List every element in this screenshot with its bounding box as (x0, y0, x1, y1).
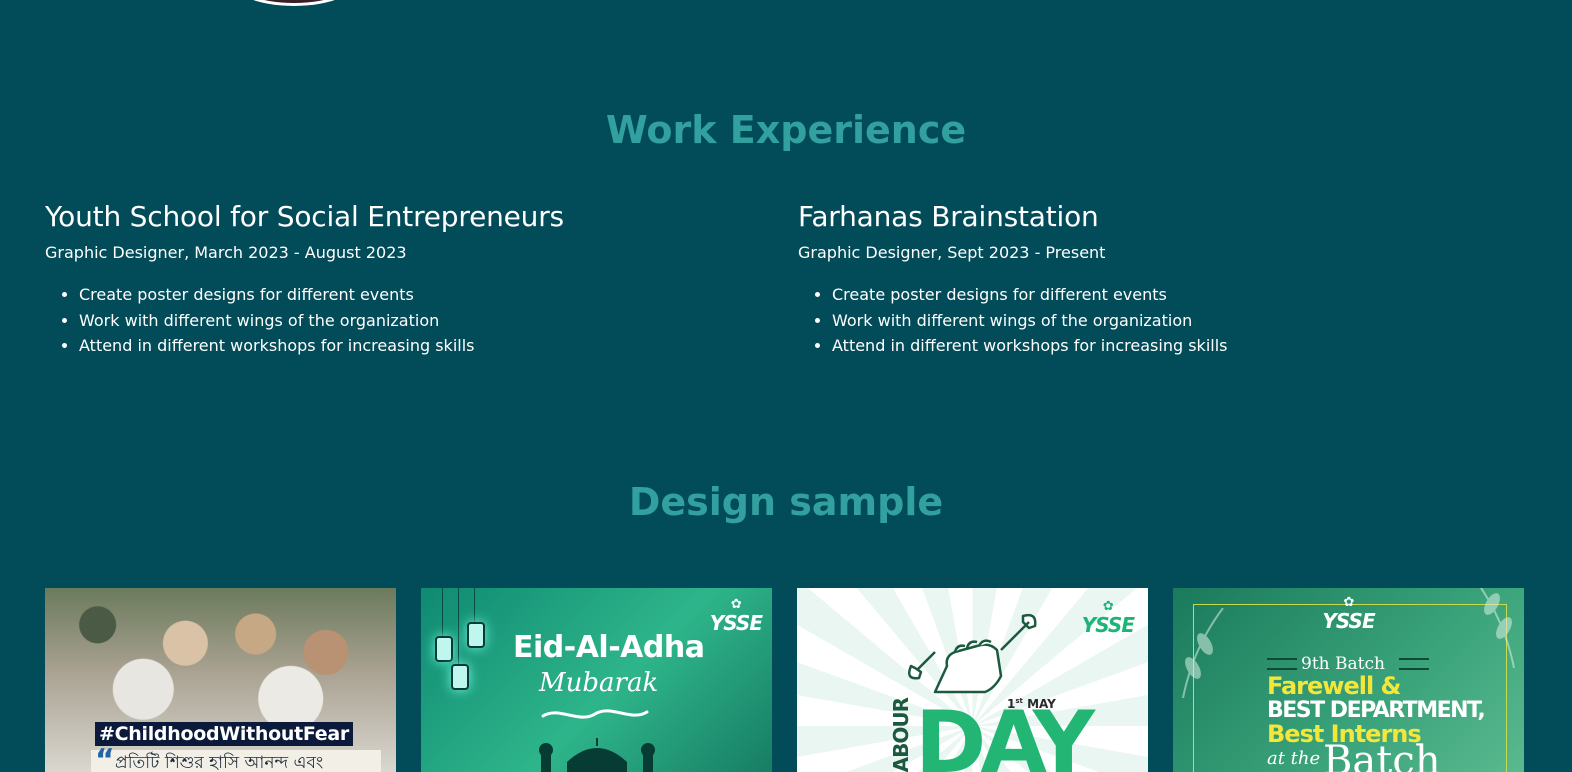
profile-avatar (226, 0, 362, 6)
poster-line: at the (1267, 748, 1321, 769)
job-duty: Create poster designs for different even… (79, 282, 745, 308)
lantern-icon (435, 636, 453, 662)
poster-vertical-text: LABOUR (889, 698, 913, 772)
job-duty: Create poster designs for different even… (832, 282, 1498, 308)
job-role: Graphic Designer, March 2023 - August 20… (45, 243, 407, 262)
job-duties-list: Create poster designs for different even… (798, 282, 1498, 359)
poster-title: Eid-Al-Adha (513, 630, 705, 665)
lantern-string (458, 588, 459, 664)
ysse-logo: ✿ YSSE (709, 597, 763, 635)
design-sample-card[interactable]: ✿ YSSE Eid-Al-Adha Mubarak (421, 588, 772, 772)
mosque-icon (539, 738, 655, 772)
poster-big-text: DAY (915, 693, 1095, 772)
ysse-logo: ✿ YSSE (1081, 599, 1135, 637)
job-entry: Youth School for Social Entrepreneurs Gr… (45, 200, 745, 359)
lantern-icon (451, 664, 469, 690)
poster-subtitle: Mubarak (539, 668, 659, 698)
poster-script-text: Batch (1323, 738, 1441, 772)
ysse-logo: ✿ YSSE (1322, 595, 1375, 633)
divider (1267, 658, 1297, 670)
job-duty: Work with different wings of the organiz… (832, 308, 1498, 334)
quote-icon: “ (95, 743, 115, 772)
poster-batch: 9th Batch (1301, 654, 1385, 674)
job-company: Youth School for Social Entrepreneurs (45, 200, 564, 233)
job-duty: Attend in different workshops for increa… (832, 333, 1498, 359)
divider (1399, 658, 1429, 670)
job-duty: Attend in different workshops for increa… (79, 333, 745, 359)
poster-quote-text: প্রতিটি শিশুর হাসি আনন্দ এবং (115, 753, 324, 772)
leaf-ornament-icon (1182, 608, 1224, 698)
design-sample-heading: Design sample (628, 480, 944, 524)
design-sample-card[interactable]: #ChildhoodWithoutFear প্রতিটি শিশুর হাসি… (45, 588, 396, 772)
poster-quote-strip: প্রতিটি শিশুর হাসি আনন্দ এবং (91, 750, 381, 772)
swirl-ornament-icon (541, 709, 649, 719)
lantern-icon (467, 622, 485, 648)
poster-line: Farewell & (1267, 672, 1401, 700)
design-sample-card[interactable]: ✿ YSSE 9th Batch Farewell & BEST DEPARTME… (1173, 588, 1524, 772)
lantern-string (442, 588, 443, 636)
lantern-string (474, 588, 475, 622)
job-duties-list: Create poster designs for different even… (45, 282, 745, 359)
job-duty: Work with different wings of the organiz… (79, 308, 745, 334)
design-sample-card[interactable]: ✿ YSSE 1st MAY LABOUR DAY (797, 588, 1148, 772)
leaf-ornament-icon (1479, 588, 1515, 668)
job-entry: Farhanas Brainstation Graphic Designer, … (798, 200, 1498, 359)
poster-hashtag: #ChildhoodWithoutFear (95, 722, 353, 746)
work-experience-heading: Work Experience (605, 108, 967, 152)
job-role: Graphic Designer, Sept 2023 - Present (798, 243, 1106, 262)
job-company: Farhanas Brainstation (798, 200, 1099, 233)
